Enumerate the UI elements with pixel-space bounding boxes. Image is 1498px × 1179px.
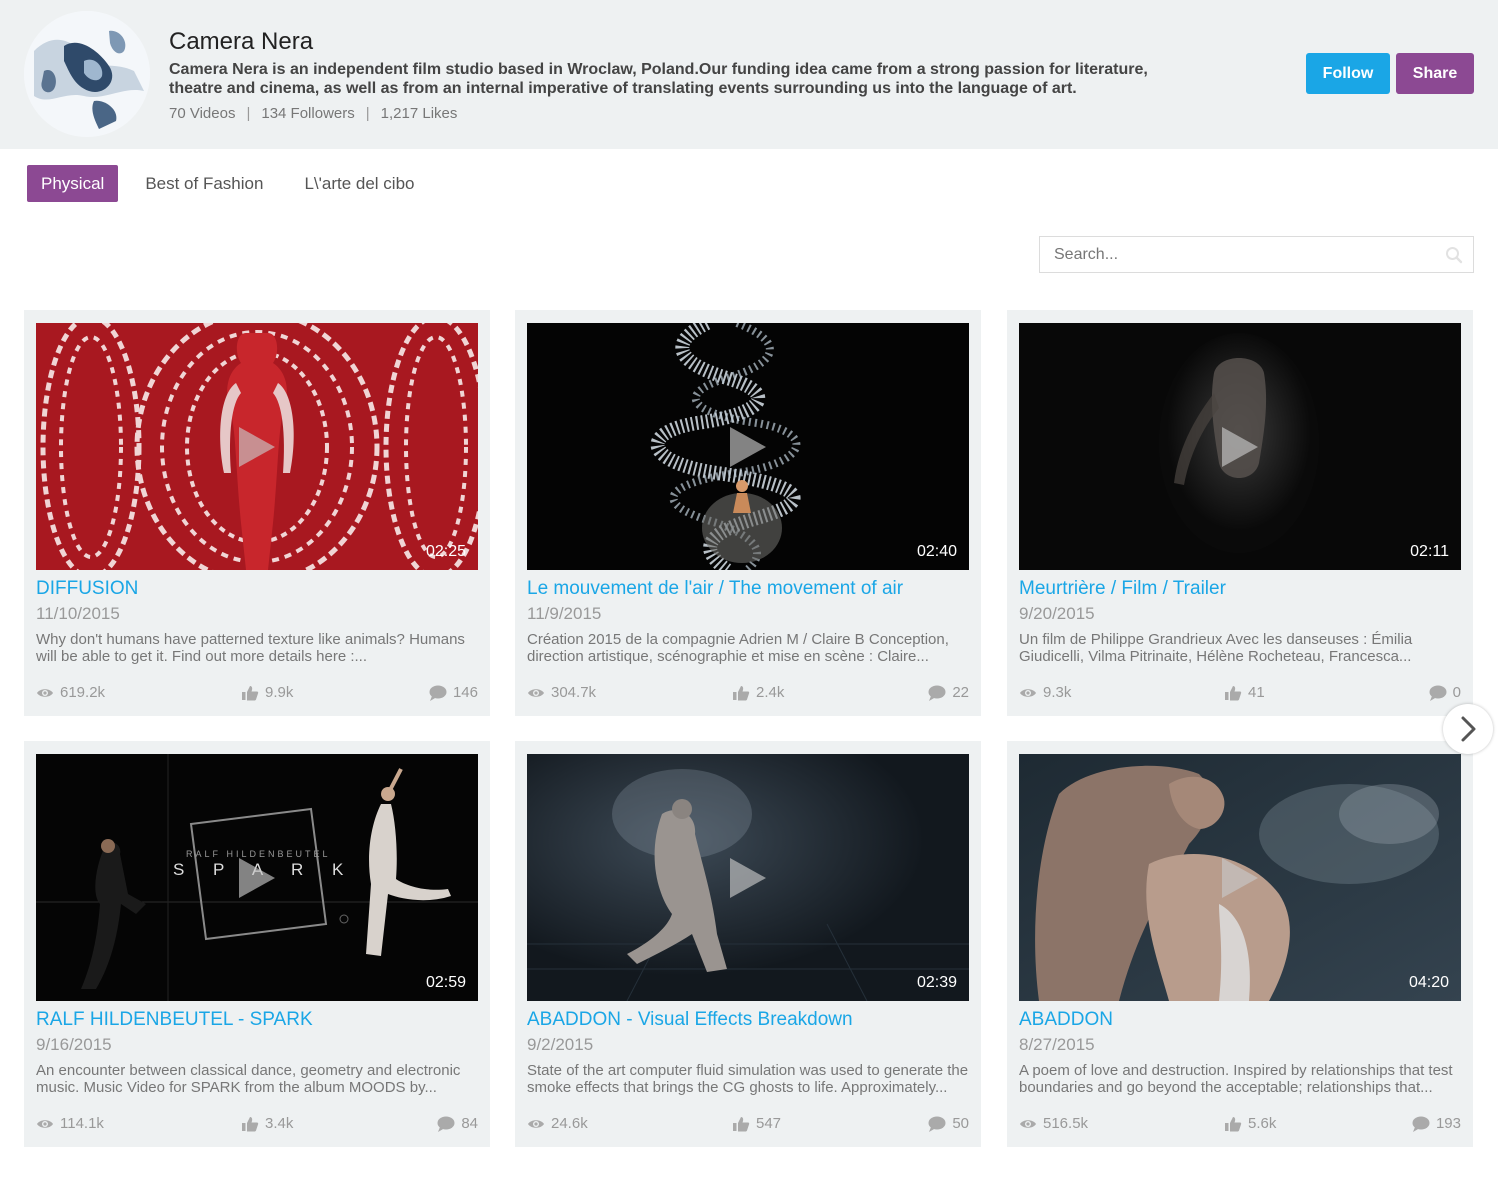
next-page-button[interactable]	[1443, 704, 1493, 754]
video-thumbnail[interactable]: 02:39	[527, 754, 969, 1001]
view-count: 114.1k	[36, 1115, 104, 1132]
thumbs-up-icon	[1225, 1116, 1242, 1131]
video-date: 9/2/2015	[527, 1035, 594, 1054]
tab-physical[interactable]: Physical	[27, 165, 119, 202]
play-icon[interactable]	[237, 425, 277, 469]
follower-count: 134 Followers	[261, 105, 355, 122]
stats-separator: |	[246, 105, 251, 122]
comment-bubble-icon	[1429, 685, 1447, 701]
eye-icon	[37, 688, 53, 697]
like-count: 3.4k	[241, 1115, 293, 1132]
eye-icon	[37, 1119, 53, 1128]
video-thumbnail[interactable]: 02:11	[1019, 323, 1461, 570]
video-duration: 02:59	[425, 974, 466, 991]
like-count: 9.9k	[241, 684, 293, 701]
channel-stats: 70 Videos | 134 Followers | 1,217 Likes	[169, 105, 457, 122]
channel-header: Camera Nera Camera Nera is an independen…	[0, 0, 1498, 149]
thumbs-up-icon	[242, 685, 259, 700]
video-card[interactable]: 02:39 ABADDON - Visual Effects Breakdown…	[515, 741, 981, 1147]
video-duration: 02:11	[1410, 543, 1449, 560]
video-date: 9/20/2015	[1019, 604, 1095, 623]
comment-count: 193	[1412, 1115, 1461, 1132]
thumbs-up-icon	[242, 1116, 259, 1131]
comment-bubble-icon	[1412, 1116, 1430, 1132]
search-icon[interactable]	[1445, 246, 1463, 264]
thumbs-up-icon	[1225, 685, 1242, 700]
share-button[interactable]: Share	[1396, 53, 1474, 94]
video-date: 11/9/2015	[527, 604, 602, 623]
video-card[interactable]: 02:40 Le mouvement de l'air / The moveme…	[515, 310, 981, 716]
video-date: 8/27/2015	[1019, 1035, 1095, 1054]
video-card[interactable]: RALF HILDENBEUTEL S P A R K 02:59 RALF H…	[24, 741, 490, 1147]
comment-count: 22	[928, 684, 969, 701]
thumbs-up-icon	[733, 685, 750, 700]
video-description: State of the art computer fluid simulati…	[527, 1062, 969, 1096]
tab-best-of-fashion[interactable]: Best of Fashion	[131, 165, 277, 202]
video-title[interactable]: ABADDON	[1019, 1009, 1461, 1031]
channel-avatar[interactable]	[24, 11, 150, 137]
video-thumbnail[interactable]: RALF HILDENBEUTEL S P A R K 02:59	[36, 754, 478, 1001]
comment-count: 0	[1429, 684, 1461, 701]
playlist-tabs: Physical Best of Fashion L\'arte del cib…	[27, 165, 441, 202]
chevron-right-icon	[1461, 716, 1476, 742]
eye-icon	[1020, 688, 1036, 697]
video-title[interactable]: DIFFUSION	[36, 578, 478, 600]
like-count: 1,217 Likes	[380, 105, 458, 122]
video-title[interactable]: Le mouvement de l'air / The movement of …	[527, 578, 969, 600]
like-count: 547	[732, 1115, 781, 1132]
video-description: An encounter between classical dance, ge…	[36, 1062, 461, 1096]
comment-bubble-icon	[928, 1116, 946, 1132]
search-box	[1039, 236, 1474, 273]
view-count: 516.5k	[1019, 1115, 1088, 1132]
play-icon[interactable]	[1220, 856, 1260, 900]
video-description: Création 2015 de la compagnie Adrien M /…	[527, 631, 949, 665]
video-card[interactable]: 02:11 Meurtrière / Film / Trailer 9/20/2…	[1007, 310, 1473, 716]
follow-button[interactable]: Follow	[1306, 53, 1390, 94]
video-count: 70 Videos	[169, 105, 236, 122]
eye-icon	[528, 688, 544, 697]
video-thumbnail[interactable]: 04:20	[1019, 754, 1461, 1001]
play-icon[interactable]	[728, 856, 768, 900]
video-card[interactable]: 02:25 DIFFUSION 11/10/2015 Why don't hum…	[24, 310, 490, 716]
comment-count: 146	[429, 684, 478, 701]
video-title[interactable]: Meurtrière / Film / Trailer	[1019, 578, 1461, 600]
eye-icon	[1020, 1119, 1036, 1128]
video-duration: 04:20	[1408, 974, 1449, 991]
view-count: 304.7k	[527, 684, 596, 701]
view-count: 24.6k	[527, 1115, 588, 1132]
play-icon[interactable]	[728, 425, 768, 469]
video-date: 11/10/2015	[36, 604, 120, 623]
comment-count: 84	[437, 1115, 478, 1132]
video-title[interactable]: RALF HILDENBEUTEL - SPARK	[36, 1009, 478, 1031]
channel-name: Camera Nera	[169, 28, 314, 55]
view-count: 619.2k	[36, 684, 105, 701]
comment-bubble-icon	[928, 685, 946, 701]
play-icon[interactable]	[237, 856, 277, 900]
video-description: A poem of love and destruction. Inspired…	[1019, 1062, 1453, 1096]
play-icon[interactable]	[1220, 425, 1260, 469]
eye-icon	[528, 1119, 544, 1128]
video-description: Un film de Philippe Grandrieux Avec les …	[1019, 631, 1413, 665]
like-count: 2.4k	[732, 684, 784, 701]
view-count: 9.3k	[1019, 684, 1071, 701]
stats-separator: |	[365, 105, 370, 122]
comment-count: 50	[928, 1115, 969, 1132]
video-duration: 02:40	[916, 543, 957, 560]
video-title[interactable]: ABADDON - Visual Effects Breakdown	[527, 1009, 969, 1031]
video-thumbnail[interactable]: 02:40	[527, 323, 969, 570]
comment-bubble-icon	[437, 1116, 455, 1132]
video-date: 9/16/2015	[36, 1035, 112, 1054]
like-count: 41	[1224, 684, 1265, 701]
video-duration: 02:39	[916, 974, 957, 991]
search-input[interactable]	[1040, 237, 1430, 272]
video-card[interactable]: 04:20 ABADDON 8/27/2015 A poem of love a…	[1007, 741, 1473, 1147]
tab-arte-del-cibo[interactable]: L\'arte del cibo	[290, 165, 428, 202]
channel-description: Camera Nera is an independent film studi…	[169, 61, 1148, 97]
video-description: Why don't humans have patterned texture …	[36, 631, 465, 665]
thumbs-up-icon	[733, 1116, 750, 1131]
like-count: 5.6k	[1224, 1115, 1276, 1132]
comment-bubble-icon	[429, 685, 447, 701]
video-thumbnail[interactable]: 02:25	[36, 323, 478, 570]
video-duration: 02:25	[425, 543, 466, 560]
